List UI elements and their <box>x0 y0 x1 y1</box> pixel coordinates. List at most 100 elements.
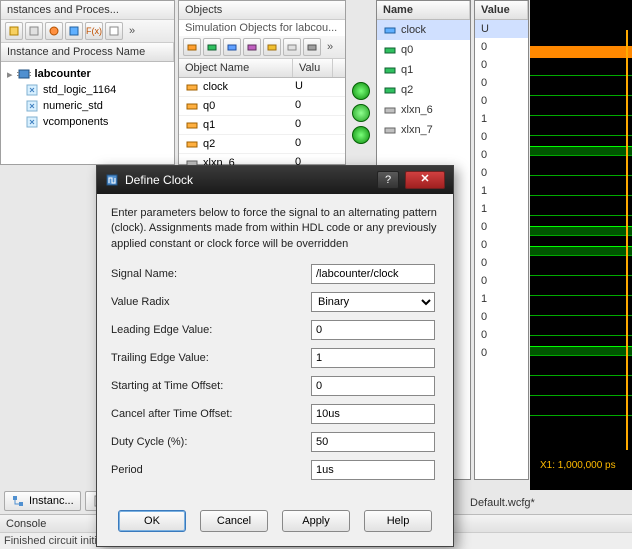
wave-value-header: Value <box>475 1 528 19</box>
wave-value-row[interactable]: 0 <box>475 254 528 272</box>
toolbar-button[interactable] <box>45 22 63 40</box>
object-row[interactable]: q20 <box>179 135 345 154</box>
signal-icon <box>185 99 199 113</box>
wave-trace <box>530 115 632 116</box>
signal-icon <box>383 103 397 117</box>
wave-value-row[interactable]: 0 <box>475 344 528 362</box>
toolbar-button[interactable] <box>203 38 221 56</box>
tree-item[interactable]: numeric_std <box>23 98 170 114</box>
wave-value-row[interactable]: 0 <box>475 164 528 182</box>
cancel-offset-input[interactable] <box>311 404 435 424</box>
wave-signal-row[interactable]: xlxn_6 <box>377 100 470 120</box>
object-name: q1 <box>203 119 215 131</box>
column-name: Instance and Process Name <box>1 43 174 61</box>
wave-signal-row[interactable]: q0 <box>377 40 470 60</box>
toolbar-button[interactable] <box>5 22 23 40</box>
dialog-buttons: OK Cancel Apply Help <box>97 500 453 546</box>
ok-button[interactable]: OK <box>118 510 186 532</box>
help-button[interactable]: Help <box>364 510 432 532</box>
toolbar-button[interactable] <box>223 38 241 56</box>
wave-signal-name: q2 <box>401 84 413 96</box>
signal-name-input[interactable] <box>311 264 435 284</box>
toolbar-button[interactable] <box>243 38 261 56</box>
toolbar-button[interactable] <box>25 22 43 40</box>
clock-icon <box>105 173 119 187</box>
toolbar-button[interactable] <box>283 38 301 56</box>
trailing-edge-input[interactable] <box>311 348 435 368</box>
wave-signal-row[interactable]: q2 <box>377 80 470 100</box>
expand-icon[interactable]: ▸ <box>7 68 13 81</box>
apply-button[interactable]: Apply <box>282 510 350 532</box>
object-row[interactable]: clockU <box>179 78 345 97</box>
toolbar-expand[interactable]: » <box>125 25 139 37</box>
wave-value-row[interactable]: 0 <box>475 38 528 56</box>
object-value: 0 <box>289 97 329 115</box>
wave-trace <box>530 246 632 256</box>
tree-item[interactable]: std_logic_1164 <box>23 82 170 98</box>
wave-value-row[interactable]: 0 <box>475 92 528 110</box>
dialog-titlebar[interactable]: Define Clock ? ✕ <box>97 166 453 194</box>
field-label: Value Radix <box>111 296 311 308</box>
wave-signal-name: q0 <box>401 44 413 56</box>
radix-select[interactable]: Binary <box>311 292 435 312</box>
column-value: Valu <box>293 59 333 77</box>
tree-item[interactable]: vcomponents <box>23 114 170 130</box>
objects-subtitle: Simulation Objects for labcou... <box>179 20 345 36</box>
toolbar-button[interactable] <box>263 38 281 56</box>
toolbar-expand[interactable]: » <box>323 41 337 53</box>
wave-value-row[interactable]: 1 <box>475 110 528 128</box>
tree-item-labcounter[interactable]: ▸ labcounter <box>5 66 170 82</box>
wave-file-label: Default.wcfg* <box>470 497 535 509</box>
object-value: U <box>289 78 329 96</box>
wave-signal-row[interactable]: q1 <box>377 60 470 80</box>
toolbar-button[interactable] <box>105 22 123 40</box>
wave-trace <box>530 226 632 236</box>
start-offset-input[interactable] <box>311 376 435 396</box>
package-icon <box>25 115 39 129</box>
wave-value-row[interactable]: 0 <box>475 236 528 254</box>
period-input[interactable] <box>311 460 435 480</box>
wave-value-row[interactable]: 0 <box>475 128 528 146</box>
wave-trace <box>530 175 632 176</box>
leading-edge-input[interactable] <box>311 320 435 340</box>
wave-signal-name: xlxn_7 <box>401 124 433 136</box>
object-row[interactable]: q00 <box>179 97 345 116</box>
toolbar-button[interactable] <box>65 22 83 40</box>
wave-cursor-line[interactable] <box>626 30 628 450</box>
wave-canvas[interactable]: 999 <box>530 0 632 490</box>
wave-value-row[interactable]: U <box>475 20 528 38</box>
wave-value-row[interactable]: 0 <box>475 218 528 236</box>
wave-value-row[interactable]: 1 <box>475 182 528 200</box>
column-name: Object Name <box>179 59 293 77</box>
object-row[interactable]: q10 <box>179 116 345 135</box>
toolbar-button[interactable]: F(x) <box>85 22 103 40</box>
objects-toolbar: » <box>179 36 345 59</box>
tab-instances[interactable]: Instanc... <box>4 491 81 511</box>
wave-value-row[interactable]: 0 <box>475 74 528 92</box>
wave-signal-row[interactable]: clock <box>377 20 470 40</box>
wave-signal-row[interactable]: xlxn_7 <box>377 120 470 140</box>
cancel-button[interactable]: Cancel <box>200 510 268 532</box>
wave-trace <box>530 146 632 156</box>
wave-trace <box>530 215 632 216</box>
wave-value-row[interactable]: 1 <box>475 200 528 218</box>
wave-value-row[interactable]: 1 <box>475 290 528 308</box>
chip-icon <box>17 67 31 81</box>
wave-value-row[interactable]: 0 <box>475 56 528 74</box>
run-button[interactable] <box>352 82 370 100</box>
duty-cycle-input[interactable] <box>311 432 435 452</box>
wave-value-row[interactable]: 0 <box>475 146 528 164</box>
side-buttons <box>348 78 374 148</box>
wave-value-row[interactable]: 0 <box>475 272 528 290</box>
signal-icon <box>383 123 397 137</box>
toolbar-button[interactable] <box>303 38 321 56</box>
wave-trace <box>530 395 632 396</box>
wave-value-row[interactable]: 0 <box>475 308 528 326</box>
dialog-help-button[interactable]: ? <box>377 171 399 189</box>
dialog-close-button[interactable]: ✕ <box>405 171 445 189</box>
run-button[interactable] <box>352 104 370 122</box>
wave-value-row[interactable]: 0 <box>475 326 528 344</box>
toolbar-button[interactable] <box>183 38 201 56</box>
run-button[interactable] <box>352 126 370 144</box>
wave-values-column: Value U000010001100001000 <box>474 0 529 480</box>
